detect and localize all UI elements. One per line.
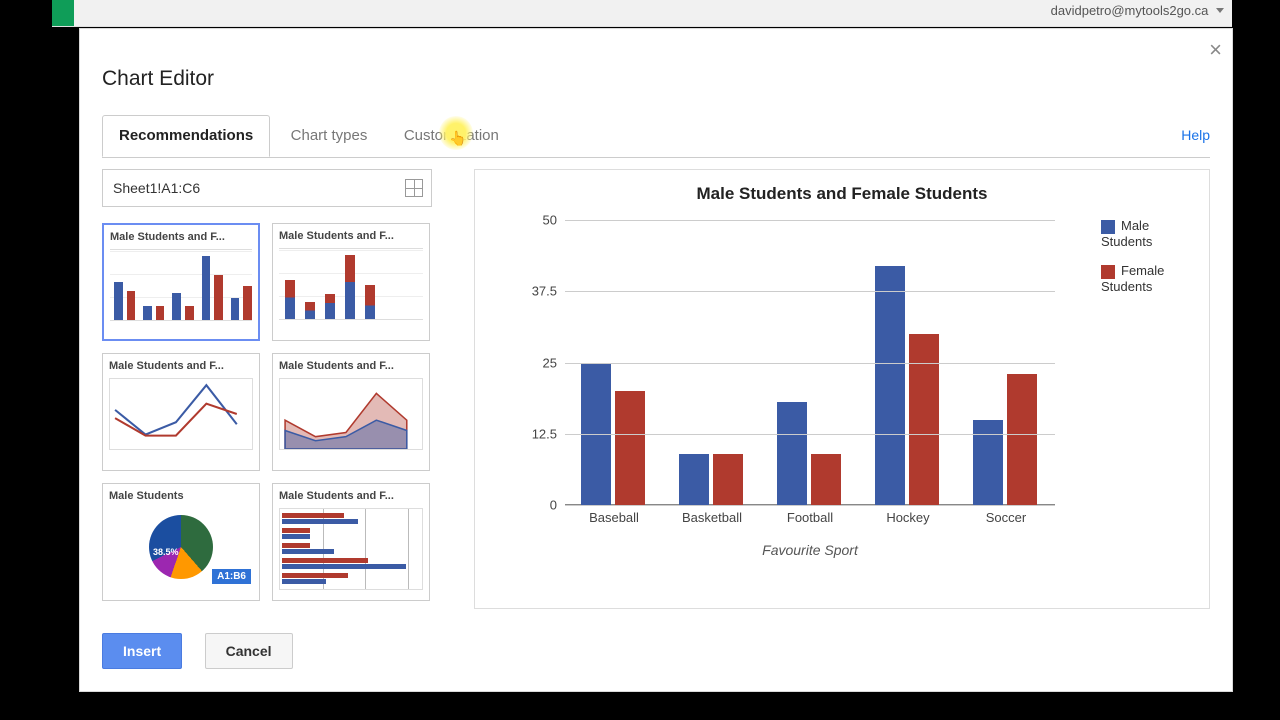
bar — [811, 454, 841, 505]
bar — [679, 454, 709, 505]
thumb-title: Male Students and F... — [279, 230, 423, 242]
dialog-footer: Insert Cancel — [102, 633, 311, 669]
insert-button[interactable]: Insert — [102, 633, 182, 669]
x-tick-label: Basketball — [663, 510, 761, 525]
gridline — [565, 363, 1055, 364]
chart-preview-pane: Male Students and Female Students 012.52… — [474, 169, 1210, 609]
cancel-button[interactable]: Cancel — [205, 633, 293, 669]
x-tick-label: Baseball — [565, 510, 663, 525]
chart-thumb-horizontal-bar[interactable]: Male Students and F... — [272, 483, 430, 601]
tab-customization[interactable]: Customization — [388, 116, 515, 156]
y-tick-label: 50 — [543, 213, 557, 228]
bar — [777, 402, 807, 505]
data-range-input[interactable] — [103, 180, 405, 196]
chart-thumb-line[interactable]: Male Students and F... — [102, 353, 260, 471]
x-tick-label: Soccer — [957, 510, 1055, 525]
chart-thumb-stacked-bar[interactable]: Male Students and F... — [272, 223, 430, 341]
pie-range-badge: A1:B6 — [212, 569, 251, 584]
bar — [909, 334, 939, 505]
bar — [973, 420, 1003, 506]
bar — [875, 266, 905, 505]
chart-legend: Male Students Female Students — [1101, 218, 1191, 308]
y-tick-label: 37.5 — [532, 284, 557, 299]
thumb-title: Male Students and F... — [279, 360, 423, 372]
chart-thumb-area[interactable]: Male Students and F... — [272, 353, 430, 471]
bar — [615, 391, 645, 505]
thumb-title: Male Students and F... — [279, 490, 423, 502]
thumb-title: Male Students and F... — [109, 360, 253, 372]
y-tick-label: 0 — [550, 498, 557, 513]
x-tick-label: Hockey — [859, 510, 957, 525]
y-tick-label: 12.5 — [532, 426, 557, 441]
data-range-input-wrap[interactable] — [102, 169, 432, 207]
thumb-preview — [109, 378, 253, 450]
account-email[interactable]: davidpetro@mytools2go.ca — [1051, 3, 1224, 18]
gridline — [565, 434, 1055, 435]
tab-bar: Recommendations Chart types Customizatio… — [102, 115, 1210, 158]
thumb-title: Male Students and F... — [110, 231, 252, 243]
gridline — [565, 505, 1055, 506]
chart-editor-dialog: × Chart Editor Recommendations Chart typ… — [79, 28, 1233, 692]
x-axis-title: Favourite Sport — [565, 542, 1055, 558]
bar — [713, 454, 743, 505]
tab-chart-types[interactable]: Chart types — [275, 116, 384, 156]
thumb-title: Male Students — [109, 490, 253, 502]
thumb-preview: 38.5% A1:B6 — [109, 508, 253, 586]
chart-thumb-grouped-bar[interactable]: Male Students and F... — [102, 223, 260, 341]
thumb-preview — [279, 508, 423, 590]
x-tick-label: Football — [761, 510, 859, 525]
account-email-text: davidpetro@mytools2go.ca — [1051, 3, 1209, 18]
gridline — [565, 291, 1055, 292]
chart-title: Male Students and Female Students — [475, 184, 1209, 204]
select-range-icon[interactable] — [405, 179, 423, 197]
pie-slice-label: 38.5% — [153, 547, 179, 557]
y-tick-label: 25 — [543, 355, 557, 370]
chart-plot-area: 012.52537.550 — [565, 220, 1055, 505]
dialog-title: Chart Editor — [102, 67, 214, 91]
gridline — [565, 220, 1055, 221]
x-axis-labels: BaseballBasketballFootballHockeySoccer — [565, 510, 1055, 525]
help-link[interactable]: Help — [1181, 127, 1210, 143]
legend-item: Female Students — [1101, 263, 1191, 294]
chart-thumb-pie[interactable]: Male Students 38.5% A1:B6 — [102, 483, 260, 601]
close-icon[interactable]: × — [1209, 37, 1222, 63]
legend-item: Male Students — [1101, 218, 1191, 249]
bar — [1007, 374, 1037, 505]
chart-recommendation-grid: Male Students and F... Male Students and… — [102, 223, 434, 613]
account-caret-icon — [1216, 8, 1224, 13]
thumb-preview — [279, 248, 423, 320]
thumb-preview — [279, 378, 423, 450]
tab-recommendations[interactable]: Recommendations — [102, 115, 270, 157]
sheets-brand-icon — [52, 0, 74, 26]
legend-swatch — [1101, 220, 1115, 234]
thumb-preview — [110, 249, 252, 321]
legend-swatch — [1101, 265, 1115, 279]
